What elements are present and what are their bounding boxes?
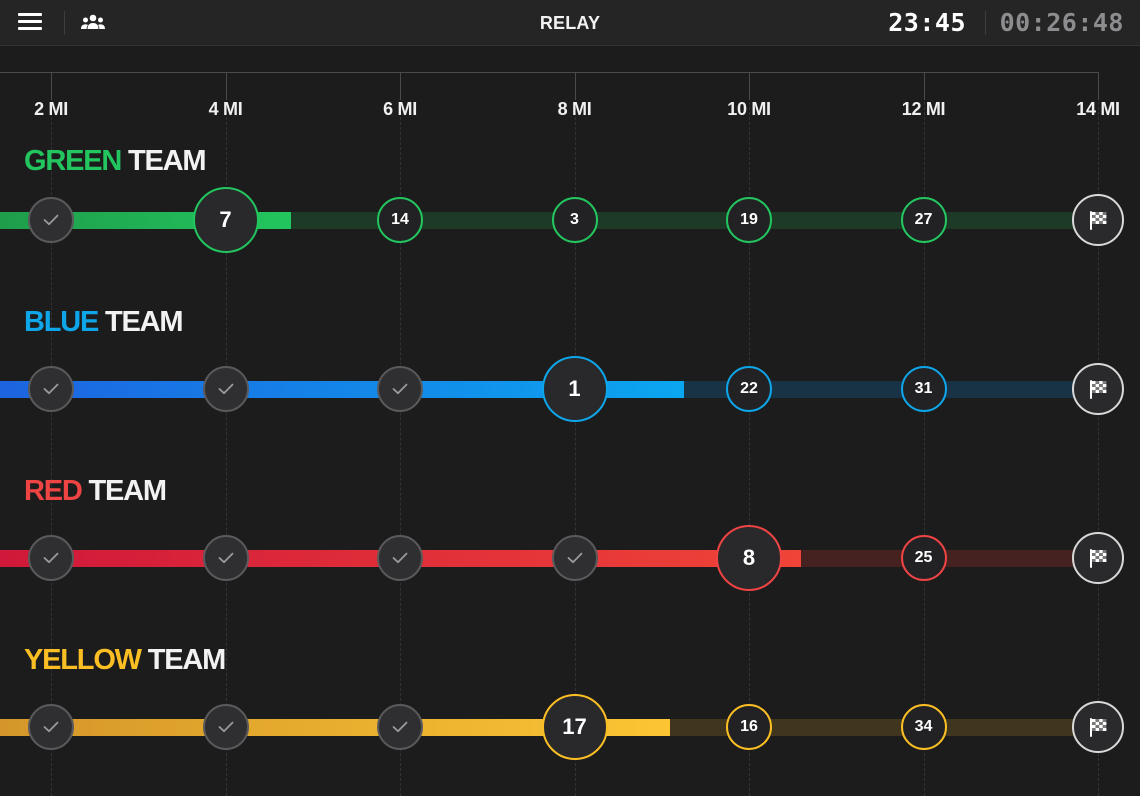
completed-leg-check-icon[interactable] — [377, 704, 423, 750]
upcoming-runner-badge[interactable]: 3 — [551, 197, 598, 243]
upcoming-runner-badge[interactable]: 14 — [377, 197, 423, 243]
completed-leg-check-icon[interactable] — [28, 535, 74, 581]
completed-leg-check-icon[interactable] — [28, 704, 74, 750]
mile-gridline — [923, 72, 925, 796]
current-time: 23:45 — [888, 8, 966, 37]
current-runner-badge[interactable]: 17 — [541, 694, 608, 760]
team-name-yellow: YELLOW TEAM — [24, 644, 227, 677]
mile-tick — [225, 72, 227, 100]
team-color-word: BLUE — [24, 306, 99, 338]
mile-gridline — [1098, 72, 1099, 796]
mile-tick — [51, 72, 52, 100]
mile-label: 14 MI — [1076, 99, 1120, 119]
completed-leg-check-icon[interactable] — [202, 535, 249, 581]
finish-flag-icon[interactable] — [1072, 363, 1124, 415]
mile-tick — [574, 72, 576, 100]
mile-label: 2 MI — [34, 99, 68, 119]
mile-gridline — [400, 72, 401, 796]
header-divider — [985, 11, 986, 35]
mile-label: 6 MI — [383, 99, 417, 119]
completed-leg-check-icon[interactable] — [377, 366, 423, 412]
completed-leg-check-icon[interactable] — [202, 366, 249, 412]
team-name-blue: BLUE TEAM — [24, 306, 184, 339]
upcoming-runner-badge[interactable]: 22 — [726, 366, 772, 412]
mile-label: 10 MI — [727, 99, 771, 119]
team-name-suffix: TEAM — [147, 644, 227, 676]
mile-tick — [923, 72, 925, 100]
upcoming-runner-badge[interactable]: 34 — [900, 704, 947, 750]
finish-flag-icon[interactable] — [1072, 701, 1124, 753]
team-name-suffix: TEAM — [105, 306, 184, 338]
mile-gridline — [574, 72, 576, 796]
team-name-suffix: TEAM — [88, 475, 168, 507]
mile-gridline — [51, 72, 52, 796]
team-color-word: RED — [24, 475, 83, 507]
team-color-word: YELLOW — [24, 644, 142, 676]
mile-gridline — [225, 72, 227, 796]
elapsed-timer: 00:26:48 — [999, 8, 1124, 37]
mile-label: 4 MI — [208, 99, 243, 119]
team-color-word: GREEN — [24, 145, 122, 177]
upcoming-runner-badge[interactable]: 16 — [726, 704, 772, 750]
top-bar: RELAY 23:45 00:26:48 — [0, 0, 1140, 46]
page-title: RELAY — [539, 13, 601, 33]
mile-ruler — [0, 72, 1098, 73]
mile-tick — [749, 72, 750, 100]
mile-gridline — [749, 72, 750, 796]
completed-leg-check-icon[interactable] — [28, 366, 74, 412]
finish-flag-icon[interactable] — [1072, 532, 1124, 584]
team-name-red: RED TEAM — [24, 475, 168, 508]
mile-tick — [400, 72, 401, 100]
completed-leg-check-icon[interactable] — [551, 535, 598, 581]
relay-app: RELAY 23:45 00:26:48 2 MI 4 MI 6 MI 8 MI 10 … — [0, 0, 1140, 796]
current-runner-badge[interactable]: 7 — [192, 187, 259, 253]
upcoming-runner-badge[interactable]: 31 — [900, 366, 947, 412]
completed-leg-check-icon[interactable] — [377, 535, 423, 581]
completed-leg-check-icon[interactable] — [28, 197, 74, 243]
upcoming-runner-badge[interactable]: 27 — [900, 197, 947, 243]
team-name-suffix: TEAM — [128, 145, 207, 177]
finish-flag-icon[interactable] — [1072, 194, 1124, 246]
completed-leg-check-icon[interactable] — [202, 704, 249, 750]
mile-label: 8 MI — [557, 99, 592, 119]
mile-label: 12 MI — [901, 99, 946, 119]
upcoming-runner-badge[interactable]: 19 — [726, 197, 772, 243]
current-runner-badge[interactable]: 1 — [541, 356, 608, 422]
upcoming-runner-badge[interactable]: 25 — [900, 535, 947, 581]
current-runner-badge[interactable]: 8 — [716, 525, 782, 591]
team-name-green: GREEN TEAM — [24, 145, 207, 178]
mile-tick — [1098, 72, 1099, 100]
